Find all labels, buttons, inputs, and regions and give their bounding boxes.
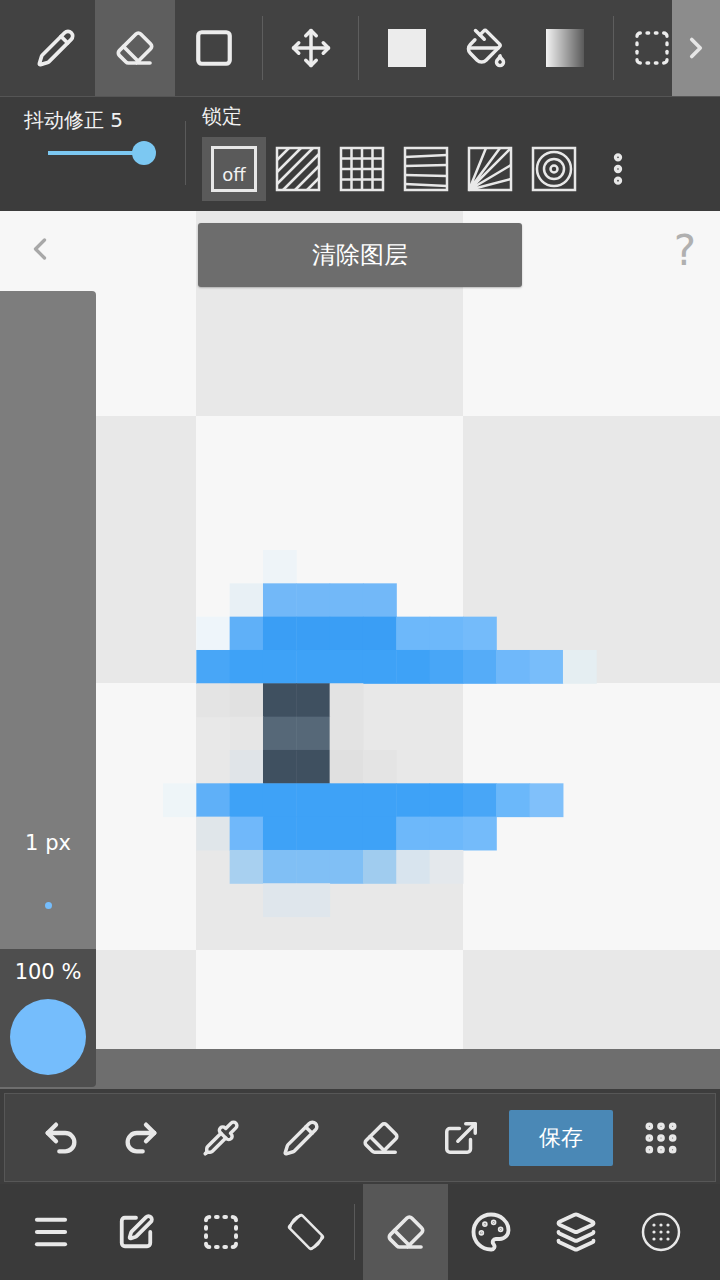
options-divider	[185, 121, 186, 185]
radial-lines-icon	[466, 145, 514, 193]
action-button[interactable]	[181, 1094, 261, 1181]
tool-button[interactable]	[95, 0, 174, 96]
export-icon	[442, 1119, 480, 1157]
pencil-icon	[36, 28, 76, 68]
brush-opacity[interactable]: 100 %	[0, 949, 96, 1087]
grid-icon	[338, 145, 386, 193]
tool-button[interactable]	[446, 0, 525, 96]
action-bar: 保存	[0, 1089, 720, 1184]
action-button[interactable]	[101, 1094, 181, 1181]
tool-button[interactable]	[526, 0, 605, 96]
more-icon	[598, 149, 638, 189]
toolbar-divider	[613, 16, 614, 80]
menu-icon	[30, 1211, 72, 1253]
gradient-icon	[546, 29, 584, 67]
eraser-icon	[386, 1212, 426, 1252]
action-button[interactable]	[261, 1094, 341, 1181]
rotate-icon	[284, 1210, 328, 1254]
pixel-drawing	[0, 211, 720, 1049]
brush-size-label: 1 px	[25, 830, 71, 856]
opacity-label: 100 %	[15, 959, 82, 985]
tool-button[interactable]	[271, 0, 350, 96]
nav-button[interactable]	[93, 1184, 178, 1280]
lock-modes: off	[202, 137, 650, 201]
toolbar-divider	[262, 16, 263, 80]
undo-icon	[41, 1118, 81, 1158]
save-button[interactable]: 保存	[509, 1110, 613, 1166]
color-swatch[interactable]	[10, 999, 86, 1075]
tool-button[interactable]	[622, 0, 672, 96]
edit-icon	[117, 1213, 155, 1251]
workspace: 清除图层?1 px100 %	[0, 211, 720, 1089]
nav-button[interactable]	[263, 1184, 348, 1280]
tool-button[interactable]	[367, 0, 446, 96]
grid-dots-icon	[641, 1118, 681, 1158]
eyedropper-icon	[202, 1119, 240, 1157]
tool-button[interactable]	[16, 0, 95, 96]
slider-fill	[48, 151, 144, 155]
action-button[interactable]	[621, 1094, 701, 1181]
canvas-bottom-strip	[0, 1049, 720, 1089]
selection-icon	[632, 28, 672, 68]
toolbar-divider	[358, 16, 359, 80]
layers-icon	[555, 1211, 597, 1253]
brush-size-dot	[45, 902, 52, 909]
selection-tool[interactable]	[622, 0, 720, 96]
move-icon	[290, 27, 332, 69]
lock-label: 锁定	[202, 103, 650, 129]
eraser-icon	[362, 1119, 400, 1157]
stabilizer: 抖动修正 5	[0, 97, 185, 211]
nav-button[interactable]	[178, 1184, 263, 1280]
brush-size-slider[interactable]: 1 px	[0, 291, 96, 949]
action-button[interactable]	[21, 1094, 101, 1181]
chevron-right-icon	[679, 31, 713, 65]
eraser-icon	[115, 28, 155, 68]
toolbar-expand[interactable]	[672, 0, 720, 96]
canvas[interactable]: 清除图层?	[0, 211, 720, 1049]
lock-mode-button[interactable]	[458, 137, 522, 201]
lock-mode-button[interactable]	[330, 137, 394, 201]
help-button[interactable]: ?	[674, 225, 696, 277]
lock-mode-button[interactable]	[394, 137, 458, 201]
stabilizer-slider[interactable]	[48, 151, 144, 155]
tool-button[interactable]	[175, 0, 254, 96]
parallel-lines-icon	[274, 145, 322, 193]
nav-divider	[354, 1204, 355, 1260]
chevron-left-icon	[22, 231, 58, 267]
nav-button[interactable]	[363, 1184, 448, 1280]
bucket-icon	[465, 27, 507, 69]
tool-bar	[0, 0, 720, 96]
stabilizer-label: 抖动修正 5	[24, 107, 185, 133]
slider-knob[interactable]	[132, 141, 156, 165]
more-button[interactable]	[586, 137, 650, 201]
selection-icon	[201, 1212, 241, 1252]
palette-icon	[470, 1211, 512, 1253]
concentric-icon	[530, 145, 578, 193]
lock-off-box: off	[211, 146, 257, 192]
nav-button[interactable]	[448, 1184, 533, 1280]
nav-button[interactable]	[8, 1184, 93, 1280]
lock-section: 锁定 off	[186, 97, 650, 211]
back-button[interactable]	[22, 231, 58, 267]
app-screen: 抖动修正 5锁定off清除图层?1 px100 %保存	[0, 0, 720, 1280]
action-button[interactable]	[421, 1094, 501, 1181]
pencil-icon	[282, 1119, 320, 1157]
nav-button[interactable]	[618, 1184, 703, 1280]
lock-mode-button[interactable]	[266, 137, 330, 201]
perspective-icon	[402, 145, 450, 193]
redo-icon	[121, 1118, 161, 1158]
clear-layer-button[interactable]: 清除图层	[198, 223, 522, 287]
action-button[interactable]	[341, 1094, 421, 1181]
lock-mode-button[interactable]	[522, 137, 586, 201]
nav-button[interactable]	[533, 1184, 618, 1280]
rectangle-icon	[193, 27, 235, 69]
fill-icon	[388, 29, 426, 67]
brush-panel: 1 px 100 %	[0, 291, 96, 1087]
tool-options: 抖动修正 5 锁定 off	[0, 96, 720, 211]
lock-mode-button[interactable]: off	[202, 137, 266, 201]
nav-bar	[0, 1184, 720, 1280]
action-bar-inner: 保存	[4, 1093, 716, 1182]
settings-icon	[640, 1211, 682, 1253]
